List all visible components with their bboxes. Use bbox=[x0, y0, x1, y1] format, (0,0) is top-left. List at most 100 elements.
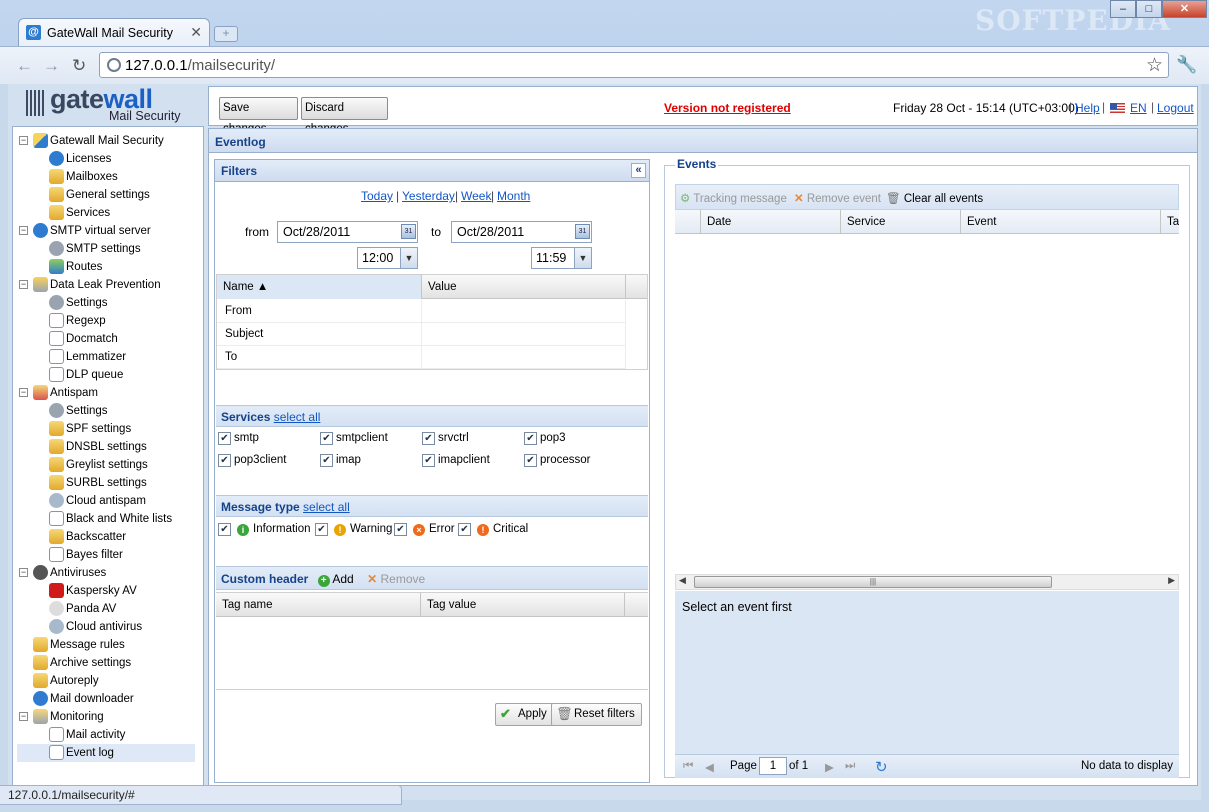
remove-header-button[interactable]: ✕ Remove bbox=[367, 572, 425, 586]
sidebar-item[interactable]: Bayes filter bbox=[13, 546, 201, 564]
collapse-toggle-icon[interactable]: − bbox=[19, 388, 28, 397]
yesterday-link[interactable]: Yesterday bbox=[402, 189, 455, 203]
horizontal-scrollbar[interactable]: ◀ ||| ▶ bbox=[675, 574, 1179, 590]
discard-changes-button[interactable]: Discard changes bbox=[301, 97, 388, 135]
services-select-all-link[interactable]: select all bbox=[274, 410, 321, 424]
sidebar-item[interactable]: − Antispam bbox=[13, 384, 201, 402]
tracking-message-button[interactable]: ⚙ Tracking message bbox=[680, 191, 787, 205]
sidebar-item[interactable]: Archive settings bbox=[13, 654, 201, 672]
save-changes-button[interactable]: Save changes bbox=[219, 97, 298, 135]
address-bar[interactable]: 127.0.0.1/mailsecurity/ ☆ bbox=[99, 52, 1169, 78]
new-tab-button[interactable]: + bbox=[214, 26, 238, 42]
column-service[interactable]: Service bbox=[841, 210, 961, 234]
bookmark-star-icon[interactable]: ☆ bbox=[1146, 54, 1163, 77]
service-checkbox[interactable]: ✔ bbox=[422, 432, 435, 445]
sidebar-item[interactable]: DLP queue bbox=[13, 366, 201, 384]
sidebar-item[interactable]: − Gatewall Mail Security bbox=[13, 132, 201, 150]
sidebar-item[interactable]: Mail downloader bbox=[13, 690, 201, 708]
sidebar-item[interactable]: Settings bbox=[13, 294, 201, 312]
column-date[interactable]: Date bbox=[701, 210, 841, 234]
column-value[interactable]: Value bbox=[422, 275, 626, 299]
column-name[interactable]: Name ▲ bbox=[217, 275, 422, 299]
sidebar-item[interactable]: Mail activity bbox=[13, 726, 201, 744]
version-not-registered-link[interactable]: Version not registered bbox=[664, 101, 791, 115]
scrollbar-thumb[interactable]: ||| bbox=[694, 576, 1052, 588]
sidebar-item[interactable]: Event log bbox=[17, 744, 195, 762]
sidebar-item[interactable]: − Antiviruses bbox=[13, 564, 201, 582]
sidebar-item[interactable]: Licenses bbox=[13, 150, 201, 168]
maximize-button[interactable]: □ bbox=[1136, 0, 1162, 18]
sidebar-item[interactable]: Cloud antivirus bbox=[13, 618, 201, 636]
reset-filters-button[interactable]: 🗑 Reset filters bbox=[551, 703, 642, 726]
us-flag-icon[interactable] bbox=[1110, 103, 1125, 113]
sidebar-item[interactable]: Kaspersky AV bbox=[13, 582, 201, 600]
close-tab-icon[interactable]: ✕ bbox=[190, 24, 202, 41]
help-link[interactable]: Help bbox=[1075, 101, 1100, 115]
week-link[interactable]: Week bbox=[461, 189, 491, 203]
collapse-toggle-icon[interactable]: − bbox=[19, 712, 28, 721]
today-link[interactable]: Today bbox=[361, 189, 393, 203]
table-row[interactable]: From bbox=[217, 300, 626, 323]
service-checkbox[interactable]: ✔ bbox=[320, 454, 333, 467]
sidebar-item[interactable]: Mailboxes bbox=[13, 168, 201, 186]
sidebar-item[interactable]: Settings bbox=[13, 402, 201, 420]
from-date-input[interactable]: Oct/28/2011 31 bbox=[277, 221, 418, 243]
service-checkbox[interactable]: ✔ bbox=[524, 454, 537, 467]
message-type-checkbox[interactable]: ✔ bbox=[218, 523, 231, 536]
service-checkbox[interactable]: ✔ bbox=[422, 454, 435, 467]
message-type-select-all-link[interactable]: select all bbox=[303, 500, 350, 514]
sidebar-item[interactable]: Regexp bbox=[13, 312, 201, 330]
from-time-select[interactable]: 12:00 ▼ bbox=[357, 247, 418, 269]
column-tag[interactable]: Ta bbox=[1161, 210, 1179, 234]
service-checkbox[interactable]: ✔ bbox=[524, 432, 537, 445]
close-window-button[interactable]: ✕ bbox=[1162, 0, 1207, 18]
wrench-icon[interactable]: 🔧 bbox=[1176, 55, 1197, 75]
sidebar-item[interactable]: SPF settings bbox=[13, 420, 201, 438]
sidebar-item[interactable]: Message rules bbox=[13, 636, 201, 654]
page-number-input[interactable]: 1 bbox=[759, 757, 787, 775]
message-type-checkbox[interactable]: ✔ bbox=[458, 523, 471, 536]
scroll-left-icon[interactable]: ◀ bbox=[679, 575, 686, 586]
first-page-icon[interactable]: ⏮ bbox=[683, 760, 693, 773]
remove-event-button[interactable]: ✕ Remove event bbox=[794, 191, 881, 205]
sidebar-item[interactable]: − Data Leak Prevention bbox=[13, 276, 201, 294]
sidebar-item[interactable]: Lemmatizer bbox=[13, 348, 201, 366]
forward-arrow-icon[interactable]: → bbox=[43, 56, 60, 76]
prev-page-icon[interactable]: ◀ bbox=[705, 760, 714, 774]
sidebar-item[interactable]: Black and White lists bbox=[13, 510, 201, 528]
collapse-panel-icon[interactable]: « bbox=[631, 163, 646, 178]
collapse-toggle-icon[interactable]: − bbox=[19, 280, 28, 289]
chevron-down-icon[interactable]: ▼ bbox=[400, 248, 417, 268]
column-event[interactable]: Event bbox=[961, 210, 1161, 234]
refresh-icon[interactable]: ↻ bbox=[875, 758, 888, 776]
sidebar-item[interactable]: Panda AV bbox=[13, 600, 201, 618]
service-checkbox[interactable]: ✔ bbox=[320, 432, 333, 445]
sidebar-item[interactable]: Routes bbox=[13, 258, 201, 276]
apply-button[interactable]: ✔ Apply bbox=[495, 703, 554, 726]
collapse-toggle-icon[interactable]: − bbox=[19, 568, 28, 577]
service-checkbox[interactable]: ✔ bbox=[218, 454, 231, 467]
clear-all-events-button[interactable]: 🗑 Clear all events bbox=[886, 191, 983, 205]
to-date-input[interactable]: Oct/28/2011 31 bbox=[451, 221, 592, 243]
message-type-checkbox[interactable]: ✔ bbox=[315, 523, 328, 536]
table-row[interactable]: Subject bbox=[217, 323, 626, 346]
sidebar-item[interactable]: SMTP settings bbox=[13, 240, 201, 258]
sidebar-item[interactable]: − Monitoring bbox=[13, 708, 201, 726]
sidebar-item[interactable]: General settings bbox=[13, 186, 201, 204]
browser-tab[interactable]: @ GateWall Mail Security ✕ bbox=[18, 18, 210, 46]
sidebar-item[interactable]: DNSBL settings bbox=[13, 438, 201, 456]
scroll-right-icon[interactable]: ▶ bbox=[1168, 575, 1175, 586]
next-page-icon[interactable]: ▶ bbox=[825, 760, 834, 774]
sidebar-item[interactable]: − SMTP virtual server bbox=[13, 222, 201, 240]
collapse-toggle-icon[interactable]: − bbox=[19, 226, 28, 235]
calendar-icon[interactable]: 31 bbox=[575, 224, 590, 239]
table-row[interactable]: To bbox=[217, 346, 626, 369]
minimize-button[interactable]: – bbox=[1110, 0, 1136, 18]
message-type-checkbox[interactable]: ✔ bbox=[394, 523, 407, 536]
last-page-icon[interactable]: ⏭ bbox=[845, 760, 855, 773]
language-link[interactable]: EN bbox=[1130, 101, 1147, 115]
sidebar-item[interactable]: Autoreply bbox=[13, 672, 201, 690]
month-link[interactable]: Month bbox=[497, 189, 530, 203]
column-tag-value[interactable]: Tag value bbox=[421, 593, 625, 617]
logout-link[interactable]: Logout bbox=[1157, 101, 1194, 115]
